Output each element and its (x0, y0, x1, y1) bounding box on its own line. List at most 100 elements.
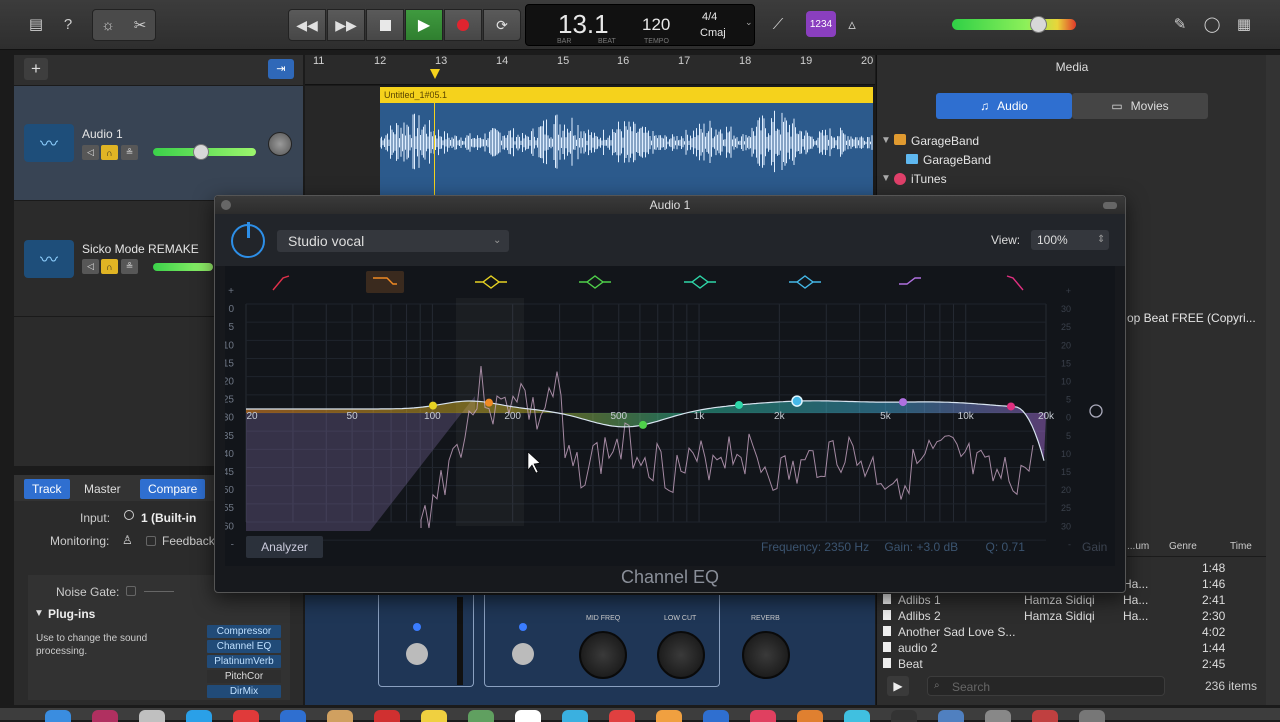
library-icon[interactable]: ▤ (23, 11, 49, 37)
cycle-button[interactable]: ⟳ (483, 9, 521, 41)
eq-band-node[interactable] (429, 401, 437, 410)
media-browser-icon[interactable]: ▦ (1231, 11, 1257, 37)
track-name[interactable]: Sicko Mode REMAKE (82, 242, 199, 256)
eq-band-node[interactable] (639, 420, 647, 429)
toggle-switch[interactable] (512, 643, 534, 665)
eq-band-node[interactable] (485, 398, 493, 407)
eq-band-node[interactable] (899, 398, 907, 407)
low-cut-knob[interactable] (657, 631, 705, 679)
eq-curve-display[interactable]: 20 50 100 200 500 1k 2k 5k 10k 20k +0510152025303… (223, 266, 1115, 566)
monitoring-icon[interactable]: ♙ (122, 533, 133, 547)
help-icon[interactable]: ? (55, 11, 81, 37)
stop-button[interactable] (366, 9, 404, 41)
fast-forward-button[interactable]: ▶▶ (327, 9, 365, 41)
expand-icon[interactable] (1103, 202, 1117, 209)
dock-app-icon[interactable] (562, 710, 588, 722)
tree-item[interactable]: GarageBand (923, 153, 991, 167)
track-row[interactable]: 〰 Audio 1 ◁ ∩ ≗ (14, 86, 303, 201)
count-in-button[interactable]: 1234 (806, 11, 836, 37)
list-item[interactable]: Beat 2:45 (877, 656, 1267, 672)
disclosure-icon[interactable]: ▼ (34, 608, 44, 619)
album-column-header[interactable]: ...um (1127, 541, 1149, 552)
dock-app-icon[interactable] (139, 710, 165, 722)
dock-app-icon[interactable] (327, 710, 353, 722)
mute-button[interactable]: ◁ (82, 259, 99, 274)
reverb-knob[interactable] (742, 631, 790, 679)
notepad-icon[interactable]: ✎ (1167, 11, 1193, 37)
metronome-icon[interactable]: ▵ (839, 11, 865, 37)
record-enable-button[interactable]: ≗ (121, 145, 138, 160)
plugin-compressor[interactable]: Compressor (207, 625, 281, 638)
dock-app-icon[interactable] (985, 710, 1011, 722)
dock-app-icon[interactable] (280, 710, 306, 722)
dock-app-icon[interactable] (938, 710, 964, 722)
genre-column-header[interactable]: Genre (1169, 541, 1197, 552)
plugin-pitchcor[interactable]: PitchCor (207, 670, 281, 683)
dock-app-icon[interactable] (891, 710, 917, 722)
dock-app-icon[interactable] (844, 710, 870, 722)
media-search-field[interactable]: ⌕ Search (927, 676, 1165, 696)
dock-app-icon[interactable] (92, 710, 118, 722)
volume-knob[interactable] (193, 144, 209, 160)
tab-master[interactable]: Master (76, 479, 129, 499)
tree-item[interactable]: GarageBand (911, 134, 979, 148)
solo-button[interactable]: ∩ (101, 259, 118, 274)
dock-app-icon[interactable] (750, 710, 776, 722)
loop-browser-icon[interactable]: ◯ (1199, 11, 1225, 37)
list-item[interactable]: Another Sad Love S... 4:02 (877, 624, 1267, 640)
movies-tab[interactable]: ▭ Movies (1072, 93, 1208, 119)
dock-app-icon[interactable] (797, 710, 823, 722)
disclosure-icon[interactable]: ▼ (881, 173, 891, 184)
dock-app-icon[interactable] (45, 710, 71, 722)
dock-app-icon[interactable] (1032, 710, 1058, 722)
scissors-icon[interactable]: ✂ (127, 12, 153, 38)
noise-gate-checkbox[interactable] (126, 586, 136, 596)
rewind-button[interactable]: ◀◀ (288, 9, 326, 41)
add-track-button[interactable]: + (24, 58, 48, 80)
preview-play-button[interactable]: ▶ (887, 676, 909, 696)
dock-app-icon[interactable] (468, 710, 494, 722)
playhead-icon[interactable] (430, 69, 440, 79)
smart-controls-icon[interactable]: ☼ (95, 12, 121, 38)
preset-selector[interactable]: Studio vocal ⌄ (277, 230, 509, 252)
master-volume-knob[interactable] (1030, 16, 1047, 33)
dock-app-icon[interactable] (421, 710, 447, 722)
record-button[interactable] (444, 9, 482, 41)
dock-app-icon[interactable] (703, 710, 729, 722)
track-name[interactable]: Audio 1 (82, 127, 123, 141)
play-button[interactable]: ▶ (405, 9, 443, 41)
dock-app-icon[interactable] (1079, 710, 1105, 722)
plugin-channel-eq[interactable]: Channel EQ (207, 640, 281, 653)
mute-button[interactable]: ◁ (82, 145, 99, 160)
lcd-dropdown-icon[interactable]: ⌄ (745, 17, 753, 28)
eq-titlebar[interactable]: Audio 1 (215, 196, 1125, 214)
plugin-dirmix[interactable]: DirMix (207, 685, 281, 698)
view-zoom-selector[interactable]: 100% ⇕ (1031, 230, 1109, 250)
plugin-platinumverb[interactable]: PlatinumVerb (207, 655, 281, 668)
catch-playhead-button[interactable]: ⇥ (268, 59, 294, 79)
eq-graph[interactable]: 20 50 100 200 500 1k 2k 5k 10k 20k +0 5 10 15 20 25 30 3… (223, 266, 1115, 566)
time-column-header[interactable]: Time (1230, 541, 1252, 552)
media-item-truncated[interactable]: op Beat FREE (Copyri... (1127, 311, 1256, 325)
timeline-ruler[interactable]: 11 12 13 14 15 16 17 18 19 20 (305, 55, 875, 85)
output-gain-knob[interactable] (1089, 404, 1103, 418)
dock-app-icon[interactable] (609, 710, 635, 722)
list-item[interactable]: Adlibs 2 Hamza Sidiqi Ha... 2:30 (877, 608, 1267, 624)
list-item[interactable]: Adlibs 1 Hamza Sidiqi Ha... 2:41 (877, 592, 1267, 608)
eq-band-node[interactable] (1007, 402, 1015, 411)
close-icon[interactable] (221, 200, 231, 210)
dock-app-icon[interactable] (374, 710, 400, 722)
master-volume-slider[interactable] (952, 16, 1076, 33)
eq-band-node[interactable] (735, 400, 743, 409)
mono-icon[interactable] (124, 510, 134, 520)
tree-item[interactable]: iTunes (911, 172, 947, 186)
solo-button[interactable]: ∩ (101, 145, 118, 160)
list-item[interactable]: audio 2 1:44 (877, 640, 1267, 656)
disclosure-icon[interactable]: ▼ (881, 135, 891, 146)
track-volume-slider[interactable] (153, 263, 213, 271)
noise-gate-slider[interactable] (144, 591, 174, 592)
input-value[interactable]: 1 (Built-in (141, 511, 196, 525)
dock-app-icon[interactable] (186, 710, 212, 722)
record-enable-button[interactable]: ≗ (121, 259, 138, 274)
track-volume-slider[interactable] (153, 144, 256, 160)
